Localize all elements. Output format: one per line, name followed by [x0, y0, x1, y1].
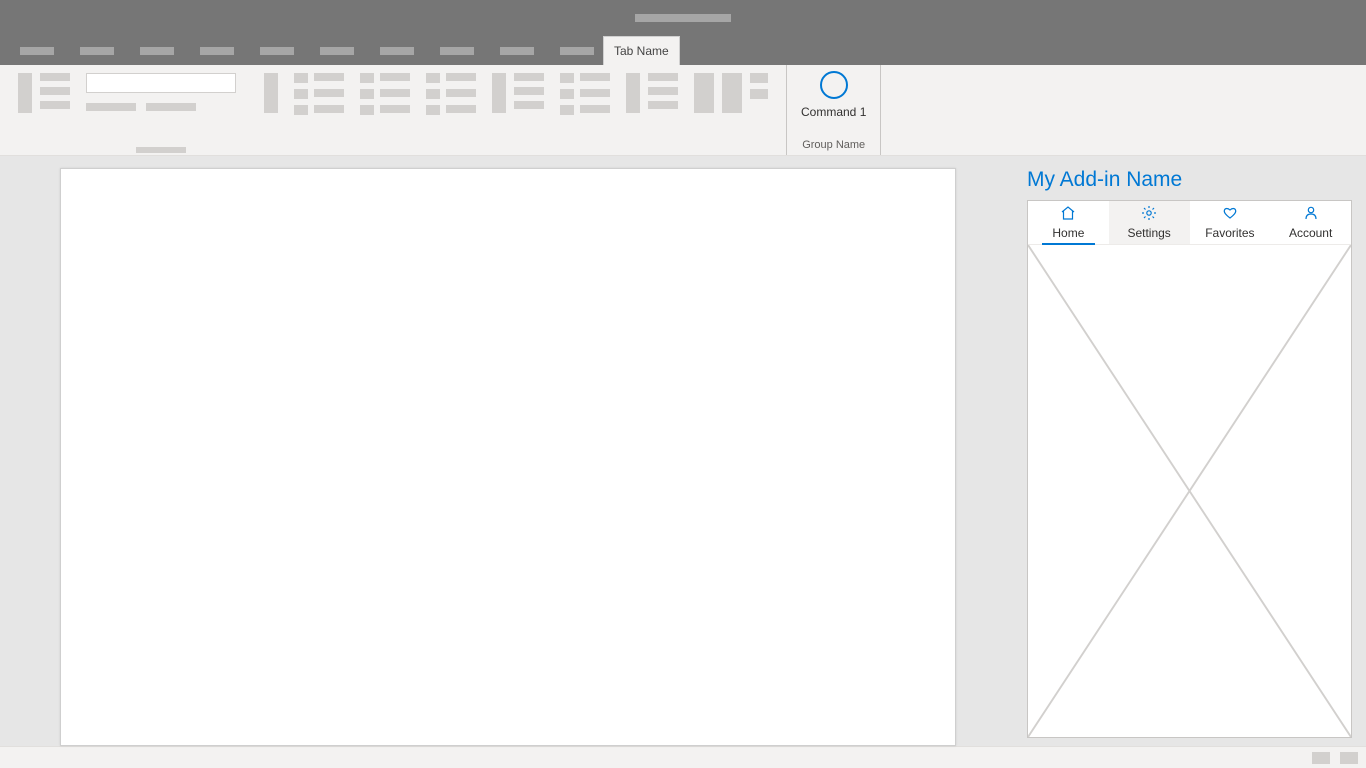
- heart-icon: [1222, 205, 1238, 224]
- tab-placeholder[interactable]: [260, 47, 294, 55]
- tab-placeholder[interactable]: [500, 47, 534, 55]
- task-pane: My Add-in Name Home Settings: [1015, 156, 1366, 746]
- task-pane-tabs: Home Settings Favorites: [1028, 201, 1351, 245]
- tab-placeholder[interactable]: [440, 47, 474, 55]
- tab-placeholder[interactable]: [200, 47, 234, 55]
- status-bar: [0, 746, 1366, 768]
- status-placeholder[interactable]: [1312, 752, 1330, 764]
- tab-account[interactable]: Account: [1270, 201, 1351, 244]
- circle-icon: [820, 71, 848, 99]
- title-bar: [0, 0, 1366, 36]
- command-label: Command 1: [801, 105, 866, 119]
- gear-icon: [1141, 205, 1157, 224]
- person-icon: [1303, 205, 1319, 224]
- workspace: My Add-in Name Home Settings: [0, 156, 1366, 746]
- tab-active[interactable]: Tab Name: [603, 36, 680, 65]
- tab-label: Favorites: [1205, 226, 1254, 240]
- task-pane-title: My Add-in Name: [1027, 168, 1352, 192]
- tab-settings[interactable]: Settings: [1109, 201, 1190, 244]
- tab-label: Home: [1052, 226, 1084, 240]
- command-1-button[interactable]: Command 1: [801, 69, 866, 119]
- home-icon: [1060, 205, 1076, 224]
- tab-home[interactable]: Home: [1028, 201, 1109, 244]
- task-pane-content-placeholder: [1028, 245, 1351, 737]
- tab-placeholder[interactable]: [80, 47, 114, 55]
- task-pane-body: Home Settings Favorites: [1027, 200, 1352, 738]
- ribbon-command-group: Command 1 Group Name: [786, 65, 881, 155]
- tab-placeholder[interactable]: [560, 47, 594, 55]
- tab-placeholder[interactable]: [380, 47, 414, 55]
- tab-strip: Tab Name: [0, 36, 1366, 65]
- tab-placeholder[interactable]: [140, 47, 174, 55]
- tab-placeholder[interactable]: [20, 47, 54, 55]
- tab-placeholder[interactable]: [320, 47, 354, 55]
- document-canvas[interactable]: [60, 168, 956, 746]
- group-name-label: Group Name: [802, 139, 865, 151]
- status-placeholder[interactable]: [1340, 752, 1358, 764]
- title-placeholder: [635, 14, 731, 22]
- tab-label: Account: [1289, 226, 1332, 240]
- ribbon-placeholder-groups: [0, 65, 786, 155]
- tab-label: Settings: [1127, 226, 1170, 240]
- ribbon: Command 1 Group Name: [0, 65, 1366, 156]
- tab-favorites[interactable]: Favorites: [1190, 201, 1271, 244]
